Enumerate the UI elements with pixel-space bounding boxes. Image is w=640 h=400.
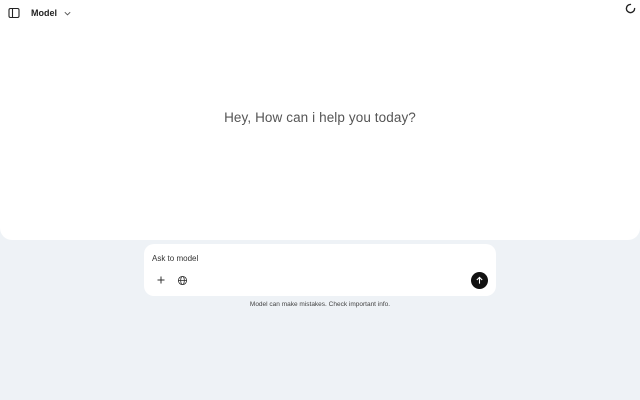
chevron-down-icon xyxy=(64,11,71,15)
web-search-button[interactable] xyxy=(175,273,189,287)
header: Model xyxy=(0,0,640,28)
globe-icon xyxy=(177,275,187,285)
arrow-up-icon xyxy=(476,276,483,284)
model-selector-label: Model xyxy=(31,8,57,18)
plus-icon xyxy=(157,276,165,284)
chat-input[interactable] xyxy=(152,252,472,265)
model-selector[interactable]: Model xyxy=(31,6,72,20)
composer xyxy=(144,244,496,296)
send-button[interactable] xyxy=(471,272,488,289)
sidebar-toggle-icon[interactable] xyxy=(8,7,20,19)
disclaimer-text: Model can make mistakes. Check important… xyxy=(249,301,391,308)
loading-spinner-icon xyxy=(625,3,636,14)
attach-button[interactable] xyxy=(154,273,168,287)
main-panel: Model Hey, How can i help you today? xyxy=(0,0,640,240)
greeting-text: Hey, How can i help you today? xyxy=(224,110,416,125)
